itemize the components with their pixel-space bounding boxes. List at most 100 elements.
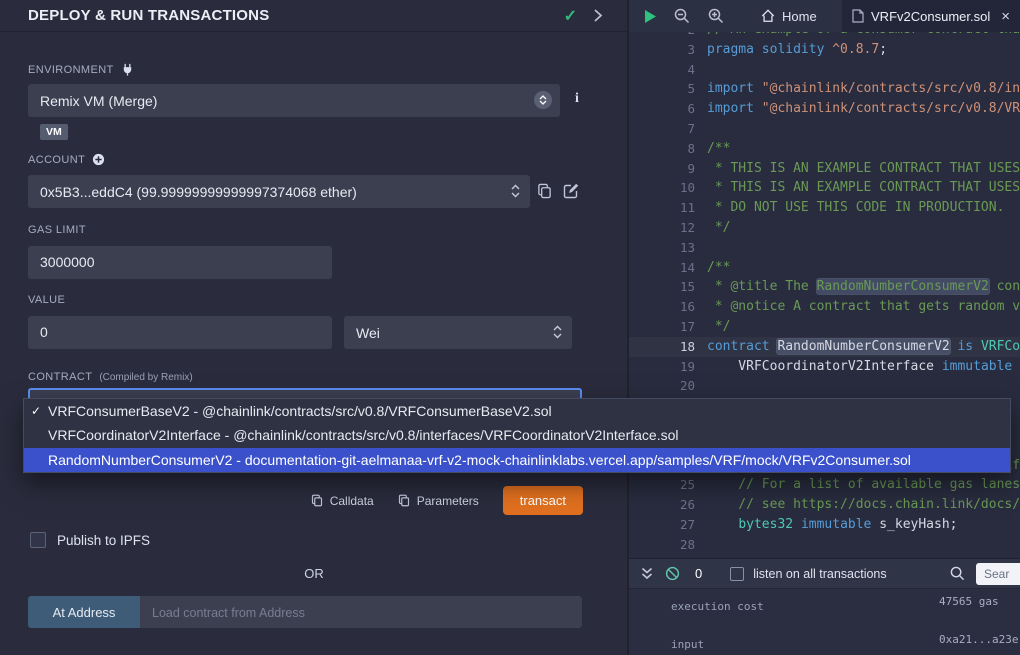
code-text <box>707 60 1020 80</box>
calldata-button[interactable]: Calldata <box>311 494 374 508</box>
code-line[interactable]: 10 * THIS IS AN EXAMPLE CONTRACT THAT US… <box>629 178 1020 198</box>
deploy-run-panel: DEPLOY & RUN TRANSACTIONS ✓ ENVIRONMENT … <box>0 0 628 655</box>
code-line[interactable]: 19 VRFCoordinatorV2Interface immutable C… <box>629 357 1020 377</box>
copy-account-icon[interactable] <box>537 183 552 199</box>
publish-ipfs-row: Publish to IPFS <box>30 532 150 548</box>
code-text: contract RandomNumberConsumerV2 is VRFCo… <box>707 337 1020 357</box>
clear-console-block-icon[interactable] <box>659 566 685 581</box>
log-key: input <box>671 638 704 651</box>
line-number: 19 <box>629 357 695 377</box>
code-line[interactable]: 4 <box>629 60 1020 80</box>
account-select[interactable]: 0x5B3...eddC4 (99.99999999999997374068 e… <box>28 175 530 208</box>
line-number: 17 <box>629 317 695 337</box>
code-line[interactable]: 11 * DO NOT USE THIS CODE IN PRODUCTION. <box>629 198 1020 218</box>
code-line[interactable]: 2// An example of a consumer contract th… <box>629 32 1020 40</box>
tab-home-label: Home <box>782 9 817 24</box>
expand-terminal-chevrons-icon[interactable] <box>635 567 659 580</box>
line-number: 27 <box>629 515 695 535</box>
code-editor[interactable]: 2// An example of a consumer contract th… <box>629 32 1020 558</box>
panel-header: DEPLOY & RUN TRANSACTIONS ✓ <box>0 0 627 31</box>
zoom-out-icon[interactable] <box>665 8 699 24</box>
line-number: 12 <box>629 218 695 238</box>
at-address-input[interactable] <box>140 596 582 628</box>
environment-select[interactable]: Remix VM (Merge) <box>28 84 560 117</box>
code-line[interactable]: 8/** <box>629 139 1020 159</box>
home-icon <box>761 9 775 23</box>
value-label: VALUE <box>28 294 65 306</box>
code-text: */ <box>707 218 1020 238</box>
collapse-panel-chevron-icon[interactable] <box>594 9 603 22</box>
contract-label: CONTRACT (Compiled by Remix) <box>28 371 193 383</box>
contract-option-label: VRFCoordinatorV2Interface - @chainlink/c… <box>48 427 679 443</box>
terminal-log-row: execution cost47565 gas <box>629 595 1020 615</box>
contract-option[interactable]: RandomNumberConsumerV2 - documentation-g… <box>24 448 1010 472</box>
line-number: 18 <box>629 337 695 357</box>
terminal-log[interactable]: execution cost47565 gas input 0xa21...a23e <box>629 588 1020 655</box>
code-text: bytes32 immutable s_keyHash; <box>707 515 1020 535</box>
run-script-play-icon[interactable] <box>635 9 665 24</box>
editor-tabbar: Home VRFv2Consumer.sol × <box>629 0 1020 32</box>
line-number: 8 <box>629 139 695 159</box>
line-number: 15 <box>629 277 695 297</box>
code-line[interactable]: 5import "@chainlink/contracts/src/v0.8/i… <box>629 79 1020 99</box>
log-value: 0xa21...a23e <box>939 633 1020 646</box>
line-number: 2 <box>629 32 695 40</box>
account-label: ACCOUNT <box>28 153 105 166</box>
code-line[interactable]: 3 pragma solidity ^0.8.7; <box>629 40 1020 60</box>
tab-vrfv2consumer[interactable]: VRFv2Consumer.sol × <box>842 0 1020 32</box>
contract-option[interactable]: VRFCoordinatorV2Interface - @chainlink/c… <box>24 423 1010 447</box>
tab-home[interactable]: Home <box>747 0 831 32</box>
code-line[interactable]: 7 <box>629 119 1020 139</box>
code-line[interactable]: 18 contract RandomNumberConsumerV2 is VRF… <box>629 337 1020 357</box>
contract-option[interactable]: ✓VRFConsumerBaseV2 - @chainlink/contract… <box>24 399 1010 423</box>
line-number: 3 <box>629 40 695 60</box>
at-address-button[interactable]: At Address <box>28 596 140 628</box>
code-line[interactable]: 25 // For a list of available gas lanes … <box>629 475 1020 495</box>
line-number: 13 <box>629 238 695 258</box>
add-account-plus-icon[interactable] <box>92 153 105 166</box>
line-number: 6 <box>629 99 695 119</box>
code-text: * @title The RandomNumberConsumerV2 cont… <box>707 277 1020 297</box>
contract-sublabel: (Compiled by Remix) <box>99 372 192 383</box>
code-text: * DO NOT USE THIS CODE IN PRODUCTION. <box>707 198 1020 218</box>
terminal: 0 listen on all transactions execution c… <box>629 558 1020 655</box>
environment-info-icon[interactable]: i <box>575 91 579 107</box>
remix-ide: DEPLOY & RUN TRANSACTIONS ✓ ENVIRONMENT … <box>0 0 1020 655</box>
line-number: 20 <box>629 376 695 396</box>
transact-button[interactable]: transact <box>503 486 583 515</box>
value-input[interactable] <box>28 316 332 349</box>
code-line[interactable]: 28 <box>629 535 1020 555</box>
line-number: 14 <box>629 258 695 278</box>
code-line[interactable]: 16 * @notice A contract that gets random… <box>629 297 1020 317</box>
line-number: 16 <box>629 297 695 317</box>
code-line[interactable]: 12 */ <box>629 218 1020 238</box>
plug-icon <box>121 63 134 76</box>
code-line[interactable]: 27 bytes32 immutable s_keyHash; <box>629 515 1020 535</box>
code-line[interactable]: 9 * THIS IS AN EXAMPLE CONTRACT THAT USE… <box>629 159 1020 179</box>
publish-ipfs-checkbox[interactable] <box>30 532 46 548</box>
value-unit-select[interactable]: Wei <box>344 316 572 349</box>
line-number: 5 <box>629 79 695 99</box>
code-line[interactable]: 17 */ <box>629 317 1020 337</box>
edit-account-icon[interactable] <box>563 183 579 199</box>
listen-transactions-checkbox[interactable] <box>730 567 744 581</box>
code-line[interactable]: 13 <box>629 238 1020 258</box>
terminal-search-input[interactable] <box>976 563 1020 585</box>
contract-option-label: VRFConsumerBaseV2 - @chainlink/contracts… <box>48 403 552 419</box>
code-line[interactable]: 15 * @title The RandomNumberConsumerV2 c… <box>629 277 1020 297</box>
code-text: VRFCoordinatorV2Interface immutable COOR… <box>707 357 1020 377</box>
parameters-copy-icon <box>398 494 410 507</box>
line-number: 7 <box>629 119 695 139</box>
code-line[interactable]: 20 <box>629 376 1020 396</box>
deploy-actions-row: Calldata Parameters transact <box>0 486 628 515</box>
code-line[interactable]: 26 // see https://docs.chain.link/docs/v… <box>629 495 1020 515</box>
code-text: pragma solidity ^0.8.7; <box>707 40 1020 60</box>
parameters-button[interactable]: Parameters <box>398 494 479 508</box>
code-line[interactable]: 6import "@chainlink/contracts/src/v0.8/V… <box>629 99 1020 119</box>
zoom-in-icon[interactable] <box>699 8 733 24</box>
gas-limit-input[interactable] <box>28 246 332 279</box>
account-caret-icon <box>511 184 520 198</box>
account-value: 0x5B3...eddC4 (99.99999999999997374068 e… <box>40 184 357 200</box>
close-tab-icon[interactable]: × <box>1001 8 1010 25</box>
code-line[interactable]: 14/** <box>629 258 1020 278</box>
